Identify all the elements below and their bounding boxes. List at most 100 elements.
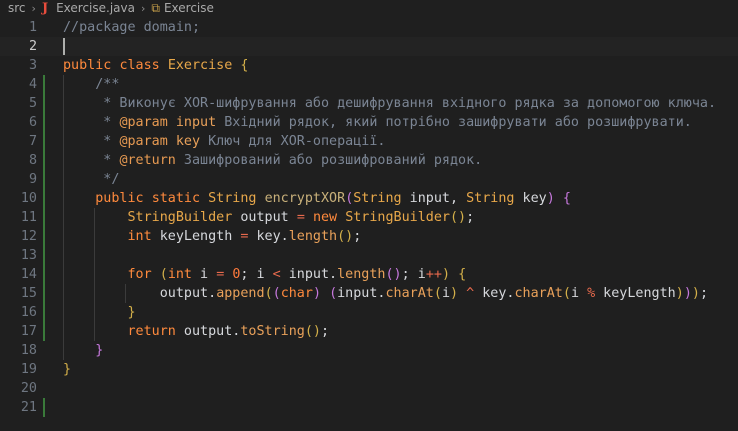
code-text: output.append((char) (input.charAt(i) ^ …	[63, 284, 708, 303]
code-token: ;	[699, 286, 708, 301]
code-line[interactable]: 21	[0, 398, 738, 417]
line-number: 12	[20, 229, 37, 244]
code-token: Exercise	[167, 58, 233, 73]
git-change-indicator[interactable]	[43, 246, 45, 265]
code-token: for	[127, 267, 152, 282]
line-number: 2	[28, 39, 37, 54]
code-text: * @return Зашифрований або розшифрований…	[63, 151, 482, 170]
line-number: 16	[20, 305, 37, 320]
git-change-indicator[interactable]	[43, 265, 45, 284]
code-text: */	[63, 170, 119, 189]
code-token: int	[127, 229, 152, 244]
code-line[interactable]: 5 * Виконує XOR-шифрування або дешифрува…	[0, 94, 738, 113]
code-line[interactable]: 9 */	[0, 170, 738, 189]
line-number: 13	[20, 248, 37, 263]
code-token: char	[280, 286, 313, 301]
code-token: ++	[425, 267, 442, 282]
code-text: /**	[63, 75, 119, 94]
code-token: */	[63, 172, 120, 187]
breadcrumb-file[interactable]: Exercise.java	[56, 1, 135, 15]
code-token: ;	[321, 324, 330, 339]
indent-guide	[63, 246, 64, 265]
git-change-indicator[interactable]	[43, 398, 45, 417]
code-line[interactable]: 19}	[0, 360, 738, 379]
code-token: ; i	[240, 267, 273, 282]
git-change-indicator[interactable]	[43, 94, 45, 113]
chevron-right-icon: ›	[140, 1, 146, 15]
code-token: key.	[474, 286, 515, 301]
breadcrumb-symbol[interactable]: Exercise	[164, 1, 214, 15]
code-text: public class Exercise {	[63, 56, 248, 75]
code-token: int	[167, 267, 192, 282]
git-change-indicator[interactable]	[43, 170, 45, 189]
breadcrumb-folder[interactable]: src	[8, 1, 26, 15]
code-editor[interactable]: 1 //package domain; 2 3 public class Exercis…	[0, 18, 738, 431]
code-token: {	[458, 267, 467, 282]
code-line[interactable]: 16 }	[0, 303, 738, 322]
code-line[interactable]: 7 * @param key Ключ для XOR-операції.	[0, 132, 738, 151]
code-token: )	[312, 286, 321, 301]
code-text: }	[63, 303, 136, 322]
code-line[interactable]: 1 //package domain;	[0, 18, 738, 37]
git-change-indicator[interactable]	[43, 284, 45, 303]
code-line[interactable]: 8 * @return Зашифрований або розшифрован…	[0, 151, 738, 170]
code-text: StringBuilder output = new StringBuilder…	[63, 208, 475, 227]
code-line[interactable]: 4 /**	[0, 75, 738, 94]
code-line[interactable]: 3 public class Exercise {	[0, 56, 738, 75]
git-change-indicator[interactable]	[43, 227, 45, 246]
code-token: append	[216, 286, 265, 301]
code-line[interactable]: 11 StringBuilder output = new StringBuil…	[0, 208, 738, 227]
chevron-right-icon: ›	[31, 1, 36, 15]
code-token: (	[329, 286, 338, 301]
git-change-indicator[interactable]	[43, 132, 45, 151]
git-change-indicator[interactable]	[43, 208, 45, 227]
code-token: charAt	[514, 286, 563, 301]
code-token: ;	[466, 210, 475, 225]
git-change-indicator[interactable]	[43, 75, 45, 94]
git-change-indicator[interactable]	[43, 151, 45, 170]
code-token: charAt	[385, 286, 434, 301]
code-token: key.	[248, 229, 289, 244]
git-change-indicator[interactable]	[43, 303, 45, 322]
code-line[interactable]: 14 for (int i = 0; i < input.length(); i…	[0, 265, 738, 284]
code-line[interactable]: 13	[0, 246, 738, 265]
code-token: * Виконує XOR-шифрування або дешифруванн…	[63, 96, 717, 111]
code-line[interactable]: 15 output.append((char) (input.charAt(i)…	[0, 284, 738, 303]
code-token: }	[63, 362, 72, 377]
code-token: return	[127, 324, 176, 339]
code-token: (	[272, 286, 281, 301]
code-token: output	[232, 210, 297, 225]
code-token: input,	[401, 191, 467, 206]
git-change-indicator[interactable]	[43, 322, 45, 341]
git-change-indicator[interactable]	[43, 113, 45, 132]
code-line[interactable]: 12 int keyLength = key.length();	[0, 227, 738, 246]
code-line[interactable]: 2	[0, 37, 738, 56]
code-text: }	[63, 360, 71, 379]
code-line[interactable]: 6 * @param input Вхідний рядок, який пот…	[0, 113, 738, 132]
code-token: ^	[466, 286, 475, 301]
code-line[interactable]: 17 return output.toString();	[0, 322, 738, 341]
code-line[interactable]: 10 public static String encryptXOR(Strin…	[0, 189, 738, 208]
code-line[interactable]: 20	[0, 379, 738, 398]
line-number: 14	[20, 267, 37, 282]
code-token: (	[159, 267, 168, 282]
code-token: %	[587, 286, 596, 301]
code-token: (	[264, 286, 273, 301]
code-token: Зашифрований або розшифрований рядок.	[175, 153, 483, 168]
code-line[interactable]: 18 }	[0, 341, 738, 360]
git-change-indicator[interactable]	[43, 189, 45, 208]
code-token: keyLength	[595, 286, 676, 301]
line-number: 7	[28, 134, 37, 149]
java-file-icon: J	[41, 0, 49, 16]
code-text: for (int i = 0; i < input.length(); i++)…	[63, 265, 467, 284]
code-text: * Виконує XOR-шифрування або дешифруванн…	[63, 94, 716, 113]
